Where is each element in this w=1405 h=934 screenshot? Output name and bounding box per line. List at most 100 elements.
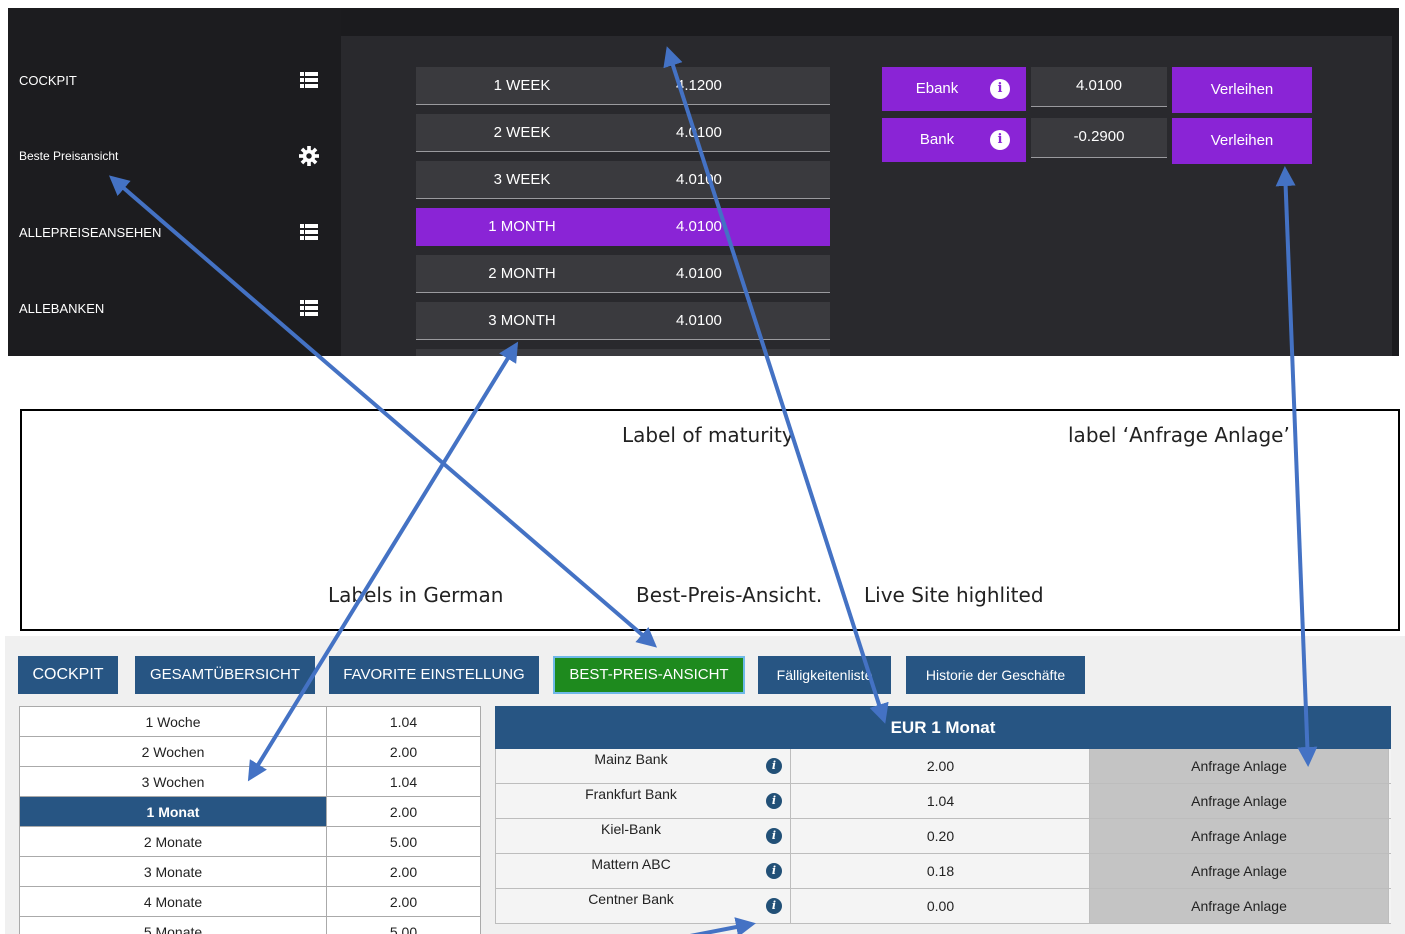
table-row[interactable]: 3 Wochen 1.04 <box>19 766 481 797</box>
maturity-label: 1 MONTH <box>488 218 556 235</box>
sidebar-item-allebanken[interactable]: ALLEBANKEN <box>19 296 319 320</box>
bank-row: Mainz Bank i 2.00 Anfrage Anlage <box>495 749 1391 784</box>
info-icon[interactable]: i <box>766 898 782 914</box>
maturity-table: 1 Woche 1.04 2 Wochen 2.00 3 Wochen 1.04 1 … <box>19 706 481 934</box>
bank-name: Bank <box>919 131 955 148</box>
light-app-screenshot: COCKPIT GESAMTÜBERSICHT FAVORITE EINSTEL… <box>5 636 1405 934</box>
annotation-labels-in-german: Labels in German <box>328 583 504 607</box>
table-row-selected[interactable]: 1 Monat 2.00 <box>19 796 481 827</box>
bank-rate: -0.2900 <box>1031 118 1167 158</box>
maturity-rate: 2.00 <box>326 796 481 827</box>
bank-rate: 4.0100 <box>1031 67 1167 107</box>
bank-rate: 0.20 <box>792 819 1090 853</box>
table-row[interactable]: 2 Wochen 2.00 <box>19 736 481 767</box>
sidebar-item-beste-preisansicht[interactable]: Beste Preisansicht <box>19 144 319 168</box>
maturity-label: 2 WEEK <box>493 124 551 141</box>
anfrage-anlage-button[interactable]: Anfrage Anlage <box>1090 854 1389 888</box>
maturity-row-3-week[interactable]: 3 WEEK 4.0100 <box>416 161 830 199</box>
nav-historie[interactable]: Historie der Geschäfte <box>906 656 1085 694</box>
bank-panel: EUR 1 Monat Mainz Bank i 2.00 Anfrage Anl… <box>495 706 1391 924</box>
anfrage-anlage-button[interactable]: Anfrage Anlage <box>1090 819 1389 853</box>
info-icon[interactable]: i <box>990 130 1010 150</box>
maturity-label: 3 Monate <box>19 856 327 887</box>
nav-gesamtuebersicht[interactable]: GESAMTÜBERSICHT <box>135 656 315 694</box>
maturity-row-3-month[interactable]: 3 MONTH 4.0100 <box>416 302 830 340</box>
bank-name-cell: Mainz Bank i <box>495 749 791 783</box>
maturity-label: 2 MONTH <box>488 265 556 282</box>
bank-rate: 1.04 <box>792 784 1090 818</box>
dark-sidebar: COCKPIT Beste Preisansicht ALLEPREISEANS… <box>8 8 341 356</box>
table-row[interactable]: 3 Monate 2.00 <box>19 856 481 887</box>
maturity-label: 3 WEEK <box>493 171 551 188</box>
lend-button[interactable]: Verleihen <box>1172 118 1312 164</box>
sidebar-item-label: COCKPIT <box>19 72 77 88</box>
maturity-label: 1 Monat <box>19 796 327 827</box>
maturity-label: 2 Monate <box>19 826 327 857</box>
bank-name: Ebank <box>915 80 959 97</box>
info-icon[interactable]: i <box>766 758 782 774</box>
sidebar-item-label: ALLEBANKEN <box>19 300 105 316</box>
bank-name: Frankfurt Bank <box>585 786 677 802</box>
lend-button[interactable]: Verleihen <box>1172 67 1312 113</box>
dark-main-panel: 1 WEEK 4.1200 2 WEEK 4.0100 3 WEEK 4.010… <box>341 36 1392 356</box>
maturity-label: 4 Monate <box>19 886 327 917</box>
info-icon[interactable]: i <box>766 793 782 809</box>
list-icon <box>299 222 319 242</box>
table-row[interactable]: 1 Woche 1.04 <box>19 706 481 737</box>
info-icon[interactable]: i <box>766 863 782 879</box>
bank-name: Kiel-Bank <box>601 821 661 837</box>
annotation-label-of-maturity: Label of maturity <box>622 423 794 447</box>
maturity-rate: 1.04 <box>326 706 481 737</box>
maturity-rate: 2.00 <box>326 886 481 917</box>
bank-row: Kiel-Bank i 0.20 Anfrage Anlage <box>495 819 1391 854</box>
anfrage-anlage-button[interactable]: Anfrage Anlage <box>1090 889 1389 923</box>
bank-name-cell: Mattern ABC i <box>495 854 791 888</box>
maturity-row-2-week[interactable]: 2 WEEK 4.0100 <box>416 114 830 152</box>
sidebar-item-cockpit[interactable]: COCKPIT <box>19 68 319 92</box>
table-row[interactable]: 2 Monate 5.00 <box>19 826 481 857</box>
table-row[interactable]: 5 Monate 5.00 <box>19 916 481 934</box>
anfrage-anlage-button[interactable]: Anfrage Anlage <box>1090 784 1389 818</box>
maturity-rate: 5.00 <box>326 916 481 934</box>
sidebar-item-label: Beste Preisansicht <box>19 149 119 163</box>
nav-cockpit[interactable]: COCKPIT <box>18 656 118 694</box>
info-icon[interactable]: i <box>990 79 1010 99</box>
maturity-row-1-week[interactable]: 1 WEEK 4.1200 <box>416 67 830 105</box>
bank-name-cell: Centner Bank i <box>495 889 791 923</box>
gear-icon <box>299 146 319 166</box>
maturity-rate: 2.00 <box>326 736 481 767</box>
bank-button-ebank[interactable]: Ebank i <box>882 67 1026 111</box>
list-icon <box>299 298 319 318</box>
nav-favorite-einstellung[interactable]: FAVORITE EINSTELLUNG <box>329 656 539 694</box>
annotation-box: Label of maturity label ‘Anfrage Anlage’… <box>20 409 1400 631</box>
maturity-label: 1 WEEK <box>493 77 551 94</box>
sidebar-item-allepreiseansehen[interactable]: ALLEPREISEANSEHEN <box>19 220 319 244</box>
maturity-label: 3 Wochen <box>19 766 327 797</box>
maturity-row-1-month[interactable]: 1 MONTH 4.0100 <box>416 208 830 246</box>
bank-rate: 2.00 <box>792 749 1090 783</box>
nav-best-preis-ansicht[interactable]: BEST-PREIS-ANSICHT <box>553 656 745 694</box>
bank-button-bank[interactable]: Bank i <box>882 118 1026 162</box>
bank-row: Frankfurt Bank i 1.04 Anfrage Anlage <box>495 784 1391 819</box>
bank-name: Mainz Bank <box>594 751 668 767</box>
maturity-rate: 4.1200 <box>676 77 722 94</box>
bank-name: Centner Bank <box>588 891 674 907</box>
maturity-row-2-month[interactable]: 2 MONTH 4.0100 <box>416 255 830 293</box>
info-icon[interactable]: i <box>766 828 782 844</box>
bank-name-cell: Kiel-Bank i <box>495 819 791 853</box>
annotation-live-site: Live Site highlited <box>864 583 1044 607</box>
bank-rate: 0.18 <box>792 854 1090 888</box>
bank-row: Centner Bank i 0.00 Anfrage Anlage <box>495 889 1391 924</box>
bank-name-cell: Frankfurt Bank i <box>495 784 791 818</box>
bank-row: Mattern ABC i 0.18 Anfrage Anlage <box>495 854 1391 889</box>
maturity-row-partial <box>416 349 830 356</box>
dark-app-screenshot: COCKPIT Beste Preisansicht ALLEPREISEANS… <box>8 8 1399 356</box>
bank-name: Mattern ABC <box>591 856 671 872</box>
nav-faelligkeitenliste[interactable]: Fälligkeitenliste <box>758 656 891 694</box>
maturity-label: 1 Woche <box>19 706 327 737</box>
sidebar-item-label: ALLEPREISEANSEHEN <box>19 224 162 240</box>
annotation-best-preis: Best-Preis-Ansicht. <box>636 583 823 607</box>
maturity-label: 5 Monate <box>19 916 327 934</box>
table-row[interactable]: 4 Monate 2.00 <box>19 886 481 917</box>
anfrage-anlage-button[interactable]: Anfrage Anlage <box>1090 749 1389 783</box>
